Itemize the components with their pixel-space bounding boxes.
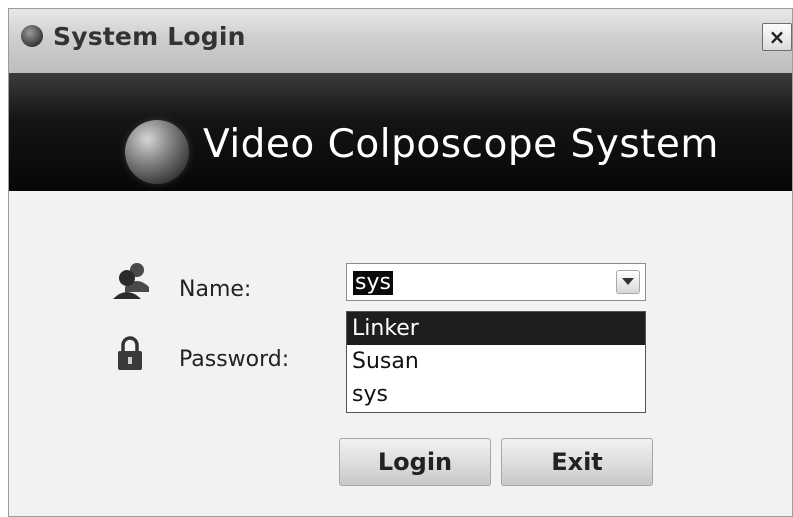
name-select[interactable]: sys — [346, 263, 646, 301]
login-dialog: System Login × Video Colposcope System N… — [8, 8, 793, 517]
login-button[interactable]: Login — [339, 438, 491, 486]
window-title: System Login — [53, 22, 246, 51]
chevron-down-icon — [622, 278, 634, 285]
app-logo-icon — [125, 120, 189, 184]
header-banner: Video Colposcope System — [9, 73, 792, 191]
password-label: Password: — [179, 347, 290, 372]
lock-icon — [118, 336, 142, 370]
app-logo-icon — [21, 25, 43, 47]
dropdown-button[interactable] — [616, 270, 640, 294]
name-select-value: sys — [353, 270, 393, 295]
banner-title: Video Colposcope System — [203, 122, 719, 167]
name-dropdown-list: Linker Susan sys — [346, 311, 646, 413]
title-bar[interactable]: System Login × — [9, 9, 792, 74]
dropdown-option[interactable]: Linker — [347, 312, 645, 345]
dropdown-option[interactable]: sys — [347, 378, 645, 411]
exit-button[interactable]: Exit — [501, 438, 653, 486]
login-form: Name: Password: sys Linker Susan sys Log… — [9, 191, 792, 516]
close-button[interactable]: × — [762, 23, 792, 51]
dropdown-option[interactable]: Susan — [347, 345, 645, 378]
name-label: Name: — [179, 277, 252, 302]
users-icon — [113, 263, 149, 299]
